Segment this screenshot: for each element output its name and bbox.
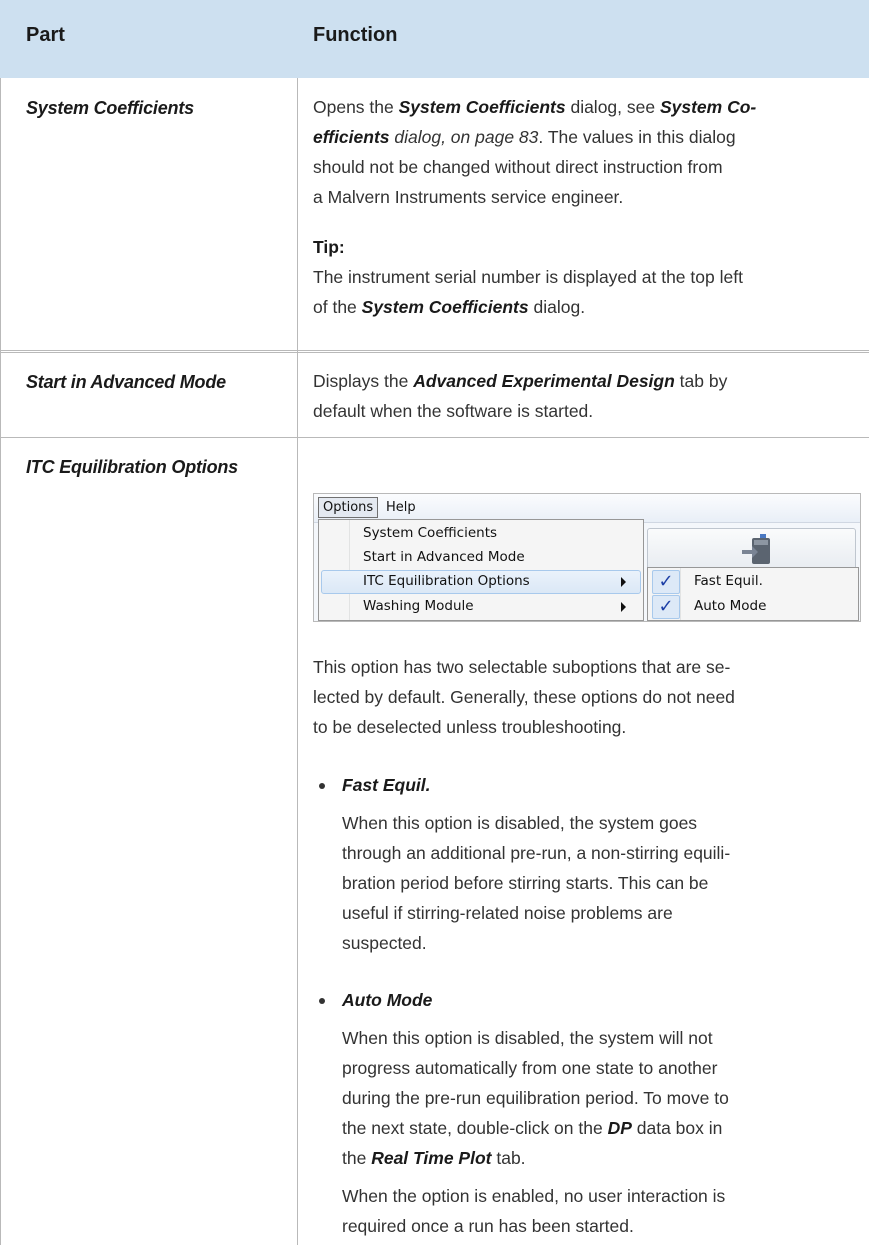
menu-item-start-advanced[interactable]: Start in Advanced Mode bbox=[363, 549, 525, 569]
bullet-auto-mode: Auto Mode When this option is disabled, … bbox=[342, 990, 729, 1236]
check-icon: ✓ bbox=[652, 595, 680, 619]
submenu-item-auto-mode[interactable]: Auto Mode bbox=[694, 598, 766, 614]
menu-item-itc-equilibration[interactable]: ITC Equilibration Options bbox=[363, 573, 530, 593]
submenu-item-fast-equil[interactable]: Fast Equil. bbox=[694, 573, 763, 589]
header-function: Function bbox=[313, 24, 398, 46]
row-divider-2 bbox=[0, 352, 869, 353]
row-divider bbox=[0, 350, 869, 351]
submenu-arrow-icon bbox=[621, 602, 626, 612]
table-header: Part Function bbox=[0, 0, 869, 78]
column-divider bbox=[297, 78, 298, 1245]
menu-item-system-coefficients[interactable]: System Coefficients bbox=[363, 525, 497, 545]
menu-help[interactable]: Help bbox=[386, 500, 416, 515]
menu-options[interactable]: Options bbox=[318, 497, 379, 518]
part-start-advanced-mode: Start in Advanced Mode bbox=[26, 372, 226, 392]
check-icon: ✓ bbox=[652, 570, 680, 594]
function-system-coefficients: Opens the System Coefficients dialog, se… bbox=[313, 92, 853, 322]
itc-intro: This option has two selectable suboption… bbox=[313, 657, 735, 737]
inject-icon bbox=[742, 534, 770, 564]
header-part: Part bbox=[26, 24, 65, 46]
options-dropdown: System Coefficients Start in Advanced Mo… bbox=[318, 519, 644, 621]
part-system-coefficients: System Coefficients bbox=[26, 98, 194, 118]
submenu-arrow-icon bbox=[621, 577, 626, 587]
equilibration-submenu: ✓ Fast Equil. ✓ Auto Mode bbox=[647, 567, 859, 621]
row-divider-3 bbox=[0, 437, 869, 438]
part-itc-equilibration: ITC Equilibration Options bbox=[26, 457, 238, 477]
table-left-border bbox=[0, 78, 1, 1245]
menu-screenshot: Options Help System Coefficients Start i… bbox=[313, 493, 861, 622]
function-start-advanced-mode: Displays the Advanced Experimental Desig… bbox=[313, 371, 728, 421]
bullet-icon bbox=[319, 783, 325, 789]
bullet-fast-equil: Fast Equil. When this option is disabled… bbox=[342, 775, 731, 953]
menu-item-washing-module[interactable]: Washing Module bbox=[363, 598, 474, 618]
bullet-icon bbox=[319, 998, 325, 1004]
tip-label: Tip: bbox=[313, 237, 345, 257]
